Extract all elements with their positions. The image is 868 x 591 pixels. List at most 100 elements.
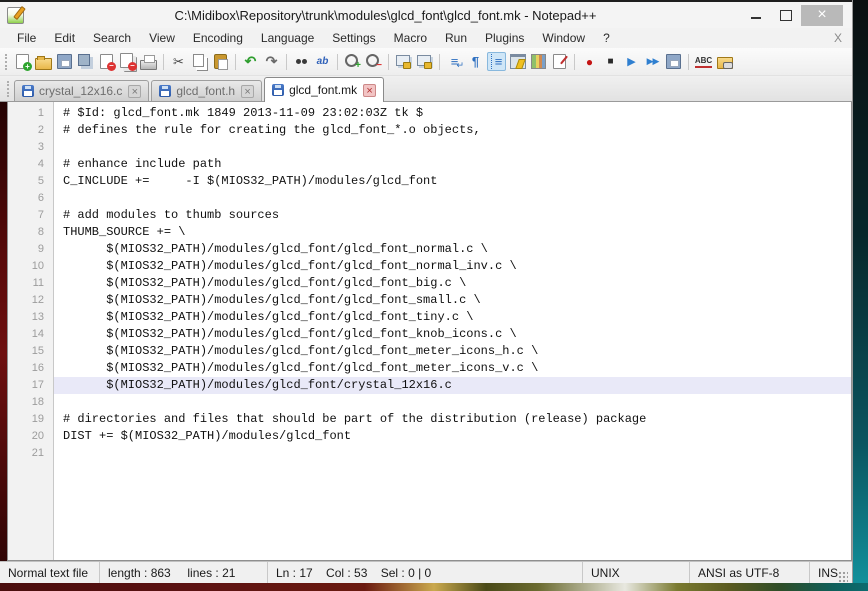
new-file-icon[interactable]	[13, 52, 32, 71]
line-number: 21	[8, 445, 54, 462]
zoom-out-icon[interactable]	[364, 52, 383, 71]
word-wrap-icon[interactable]	[445, 52, 464, 71]
print-icon[interactable]	[139, 52, 158, 71]
code-line[interactable]: 1# $Id: glcd_font.mk 1849 2013-11-09 23:…	[8, 105, 851, 122]
close-button[interactable]	[801, 5, 843, 26]
code-line[interactable]: 20DIST += $(MIOS32_PATH)/modules/glcd_fo…	[8, 428, 851, 445]
code-line[interactable]: 3	[8, 139, 851, 156]
menu-item-edit[interactable]: Edit	[45, 29, 84, 47]
line-number: 11	[8, 275, 54, 292]
code-line[interactable]: 9 $(MIOS32_PATH)/modules/glcd_font/glcd_…	[8, 241, 851, 258]
text-area[interactable]: 1# $Id: glcd_font.mk 1849 2013-11-09 23:…	[8, 102, 851, 462]
line-number: 5	[8, 173, 54, 190]
code-line[interactable]: 16 $(MIOS32_PATH)/modules/glcd_font/glcd…	[8, 360, 851, 377]
tabbar-grip[interactable]	[7, 81, 9, 97]
menu-item-run[interactable]: Run	[436, 29, 476, 47]
macro-record-icon[interactable]	[580, 52, 599, 71]
toolbar-separator	[388, 54, 389, 70]
cut-icon[interactable]	[169, 52, 188, 71]
tab-close-icon[interactable]	[241, 85, 254, 98]
code-line[interactable]: 4# enhance include path	[8, 156, 851, 173]
zoom-in-icon[interactable]	[343, 52, 362, 71]
menu-item-settings[interactable]: Settings	[323, 29, 384, 47]
menu-item-file[interactable]: File	[8, 29, 45, 47]
line-number: 18	[8, 394, 54, 411]
macro-save-icon[interactable]	[664, 52, 683, 71]
code-line[interactable]: 18	[8, 394, 851, 411]
spell-check-icon[interactable]	[694, 52, 713, 71]
code-line[interactable]: 15 $(MIOS32_PATH)/modules/glcd_font/glcd…	[8, 343, 851, 360]
saved-file-icon	[272, 84, 284, 96]
notepad-plus-plus-icon	[7, 7, 24, 24]
desktop-background-right	[853, 0, 868, 591]
menu-item-macro[interactable]: Macro	[385, 29, 436, 47]
status-cursor-position: Ln : 17 Col : 53 Sel : 0 | 0	[268, 562, 583, 583]
macro-run-multiple-icon[interactable]	[643, 52, 662, 71]
saved-file-icon	[22, 85, 34, 97]
line-number: 16	[8, 360, 54, 377]
line-number: 3	[8, 139, 54, 156]
macro-play-icon[interactable]	[622, 52, 641, 71]
menu-item-search[interactable]: Search	[84, 29, 140, 47]
menu-item-window[interactable]: Window	[533, 29, 594, 47]
undo-icon[interactable]	[241, 52, 260, 71]
code-line[interactable]: 21	[8, 445, 851, 462]
status-eol-format[interactable]: UNIX	[583, 562, 690, 583]
save-all-icon[interactable]	[76, 52, 95, 71]
document-map-icon[interactable]	[529, 52, 548, 71]
paste-icon[interactable]	[211, 52, 230, 71]
status-encoding[interactable]: ANSI as UTF-8	[690, 562, 810, 583]
menu-item-language[interactable]: Language	[252, 29, 323, 47]
show-all-characters-icon[interactable]	[466, 52, 485, 71]
code-line[interactable]: 7# add modules to thumb sources	[8, 207, 851, 224]
code-line[interactable]: 6	[8, 190, 851, 207]
editor[interactable]: 1# $Id: glcd_font.mk 1849 2013-11-09 23:…	[7, 102, 852, 561]
show-indent-guide-icon[interactable]	[487, 52, 506, 71]
menu-bar: File Edit Search View Encoding Language …	[0, 28, 852, 48]
code-line[interactable]: 13 $(MIOS32_PATH)/modules/glcd_font/glcd…	[8, 309, 851, 326]
code-line[interactable]: 8THUMB_SOURCE += \	[8, 224, 851, 241]
desktop-background-bottom	[0, 583, 868, 591]
code-line-current[interactable]: 17 $(MIOS32_PATH)/modules/glcd_font/crys…	[8, 377, 851, 394]
resize-grip-icon[interactable]	[838, 571, 848, 583]
maximize-button[interactable]	[771, 5, 801, 26]
title-bar[interactable]: C:\Midibox\Repository\trunk\modules\glcd…	[0, 0, 852, 28]
menubar-close-document-icon[interactable]: X	[834, 31, 842, 45]
menu-item-encoding[interactable]: Encoding	[184, 29, 252, 47]
tab-close-icon[interactable]	[128, 85, 141, 98]
tab-glcd-font-h[interactable]: glcd_font.h	[151, 80, 262, 101]
menu-item-plugins[interactable]: Plugins	[476, 29, 533, 47]
open-file-icon[interactable]	[34, 52, 53, 71]
macro-stop-icon[interactable]	[601, 52, 620, 71]
user-defined-language-icon[interactable]	[508, 52, 527, 71]
sync-horizontal-scroll-icon[interactable]	[415, 52, 434, 71]
find-icon[interactable]	[292, 52, 311, 71]
copy-icon[interactable]	[190, 52, 209, 71]
save-icon[interactable]	[55, 52, 74, 71]
redo-icon[interactable]	[262, 52, 281, 71]
monitoring-icon[interactable]	[715, 52, 734, 71]
close-all-documents-icon[interactable]	[118, 52, 137, 71]
tab-close-icon[interactable]	[363, 84, 376, 97]
sync-vertical-scroll-icon[interactable]	[394, 52, 413, 71]
code-line[interactable]: 14 $(MIOS32_PATH)/modules/glcd_font/glcd…	[8, 326, 851, 343]
toolbar-grip[interactable]	[5, 54, 7, 70]
tab-glcd-font-mk[interactable]: glcd_font.mk	[264, 77, 384, 102]
minimize-button[interactable]	[741, 5, 771, 26]
menu-item-help[interactable]: ?	[594, 29, 619, 47]
line-number: 1	[8, 105, 54, 122]
function-list-icon[interactable]	[550, 52, 569, 71]
menu-item-view[interactable]: View	[140, 29, 184, 47]
code-line[interactable]: 12 $(MIOS32_PATH)/modules/glcd_font/glcd…	[8, 292, 851, 309]
tab-crystal-12x16-c[interactable]: crystal_12x16.c	[14, 80, 149, 101]
toolbar-separator	[337, 54, 338, 70]
code-line[interactable]: 11 $(MIOS32_PATH)/modules/glcd_font/glcd…	[8, 275, 851, 292]
code-line[interactable]: 10 $(MIOS32_PATH)/modules/glcd_font/glcd…	[8, 258, 851, 275]
code-line[interactable]: 19# directories and files that should be…	[8, 411, 851, 428]
code-line[interactable]: 5C_INCLUDE += -I $(MIOS32_PATH)/modules/…	[8, 173, 851, 190]
status-insert-mode[interactable]: INS	[810, 562, 852, 583]
close-document-icon[interactable]	[97, 52, 116, 71]
code-line[interactable]: 2# defines the rule for creating the glc…	[8, 122, 851, 139]
desktop: C:\Midibox\Repository\trunk\modules\glcd…	[0, 0, 868, 591]
replace-icon[interactable]	[313, 52, 332, 71]
